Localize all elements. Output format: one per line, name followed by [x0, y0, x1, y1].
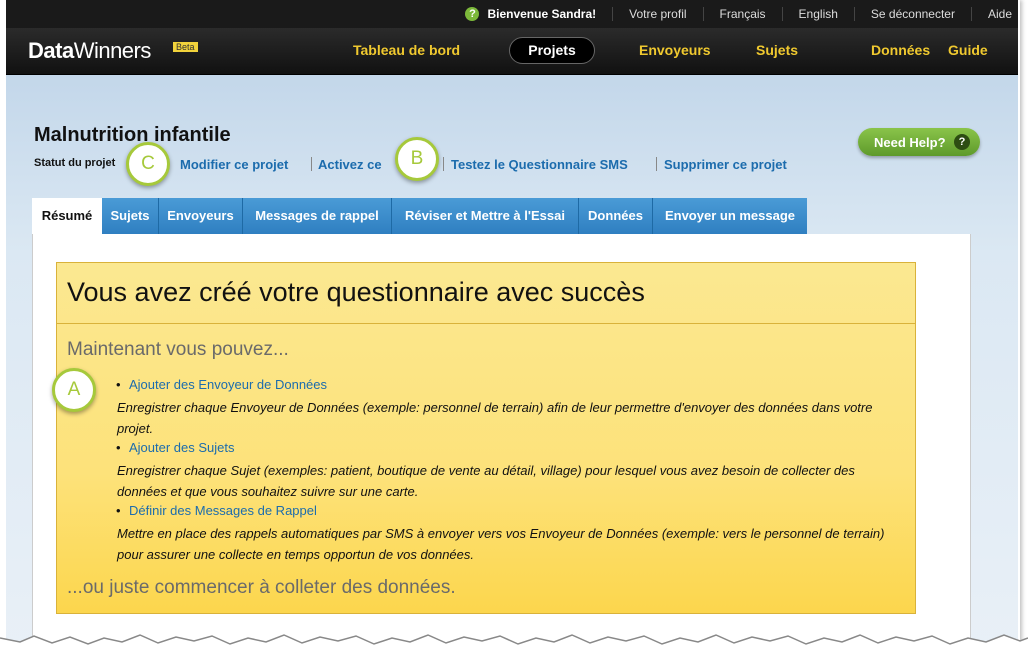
logo[interactable]: DataWinners Beta — [28, 38, 198, 64]
question-icon: ? — [954, 134, 970, 150]
logout-link[interactable]: Se déconnecter — [853, 7, 971, 21]
need-help-label: Need Help? — [874, 135, 946, 150]
divider — [57, 323, 915, 324]
beta-badge: Beta — [173, 42, 198, 52]
define-reminders-link[interactable]: Définir des Messages de Rappel — [116, 503, 317, 518]
tab-reminders[interactable]: Messages de rappel — [243, 198, 392, 234]
add-senders-description: Enregistrer chaque Envoyeur de Données (… — [117, 400, 873, 436]
project-title: Malnutrition infantile — [34, 124, 231, 146]
define-reminders-description: Mettre en place des rappels automatiques… — [117, 526, 885, 562]
logo-bold: Data — [28, 38, 74, 63]
project-tabs: Résumé Sujets Envoyeurs Messages de rapp… — [32, 198, 807, 234]
tab-resume[interactable]: Résumé — [32, 198, 102, 234]
callout-a-icon: A — [52, 368, 96, 412]
project-status-label: Statut du projet — [34, 157, 116, 169]
nav-dashboard[interactable]: Tableau de bord — [353, 42, 460, 58]
nav-guide[interactable]: Guide — [948, 42, 988, 58]
nav-subjects[interactable]: Sujets — [756, 42, 798, 58]
add-subjects-link[interactable]: Ajouter des Sujets — [116, 440, 234, 455]
lang-fr-link[interactable]: Français — [702, 7, 782, 21]
activate-project-link[interactable]: Activez ce — [318, 157, 382, 172]
tab-subjects[interactable]: Sujets — [102, 198, 159, 234]
test-sms-link[interactable]: Testez le Questionnaire SMS — [451, 157, 628, 172]
intro-text: Maintenant vous pouvez... — [67, 339, 289, 360]
callout-b-icon: B — [395, 137, 439, 181]
main-nav: DataWinners Beta Tableau de bord Projets… — [6, 28, 1018, 75]
outro-text: ...ou juste commencer à colleter des don… — [67, 577, 456, 598]
separator — [443, 157, 444, 171]
app-frame: ? Bienvenue Sandra! Votre profil Françai… — [0, 0, 1020, 665]
tab-senders[interactable]: Envoyeurs — [159, 198, 243, 234]
need-help-button[interactable]: Need Help? ? — [858, 128, 980, 156]
nav-senders[interactable]: Envoyeurs — [639, 42, 711, 58]
add-subjects-description: Enregistrer chaque Sujet (exemples: pati… — [117, 463, 855, 499]
success-box: Vous avez créé votre questionnaire avec … — [56, 262, 916, 614]
help-link[interactable]: Aide — [970, 7, 1018, 21]
utility-bar: ? Bienvenue Sandra! Votre profil Françai… — [6, 0, 1018, 28]
torn-edge-decoration — [0, 634, 1028, 668]
tab-review-test[interactable]: Réviser et Mettre à l'Essai — [392, 198, 579, 234]
nav-data[interactable]: Données — [871, 42, 930, 58]
success-heading: Vous avez créé votre questionnaire avec … — [67, 277, 645, 307]
separator — [656, 157, 657, 171]
nav-projects[interactable]: Projets — [509, 37, 595, 64]
welcome-text: Bienvenue Sandra! — [487, 7, 597, 21]
question-circle-icon[interactable]: ? — [465, 7, 480, 21]
lang-en-link[interactable]: English — [781, 7, 854, 21]
logo-rest: Winners — [73, 38, 152, 63]
edit-project-link[interactable]: Modifier ce projet — [180, 157, 288, 172]
separator — [311, 157, 312, 171]
tab-data[interactable]: Données — [579, 198, 653, 234]
delete-project-link[interactable]: Supprimer ce projet — [664, 157, 787, 172]
add-senders-link[interactable]: Ajouter des Envoyeur de Données — [116, 377, 327, 392]
callout-c-icon: C — [126, 142, 170, 186]
profile-link[interactable]: Votre profil — [612, 7, 702, 21]
tab-send-message[interactable]: Envoyer un message — [653, 198, 807, 234]
